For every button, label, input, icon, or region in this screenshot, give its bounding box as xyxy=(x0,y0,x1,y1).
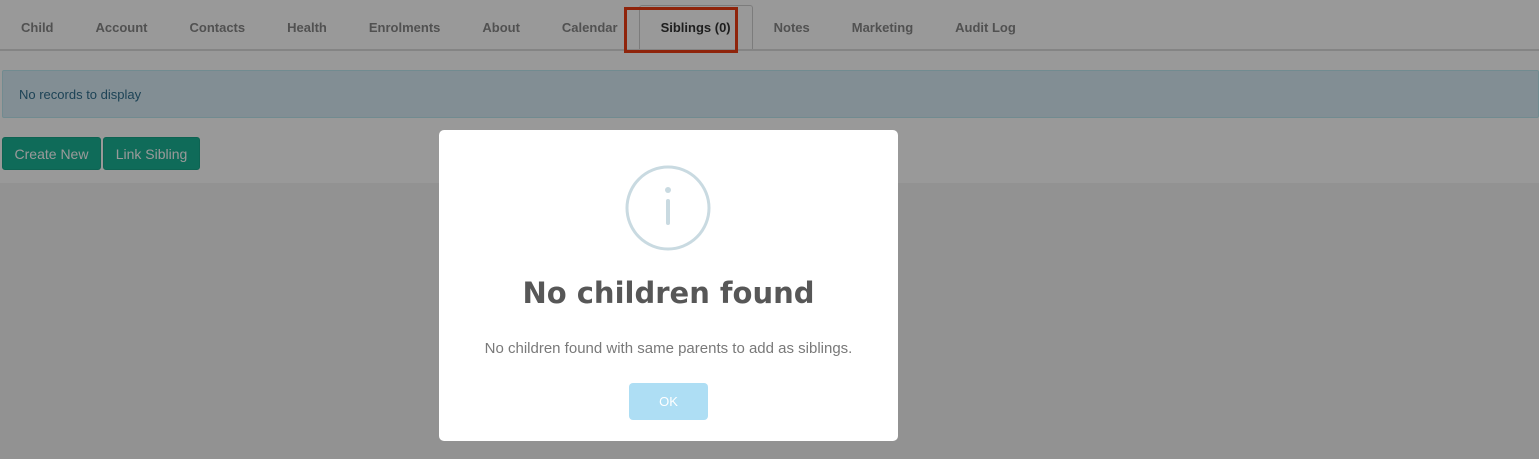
info-icon xyxy=(625,165,711,251)
modal-title: No children found xyxy=(522,276,815,310)
page: Child Account Contacts Health Enrolments… xyxy=(0,0,1539,459)
alert-modal: No children found No children found with… xyxy=(439,130,898,441)
ok-button[interactable]: OK xyxy=(629,383,708,420)
modal-text: No children found with same parents to a… xyxy=(484,340,853,357)
